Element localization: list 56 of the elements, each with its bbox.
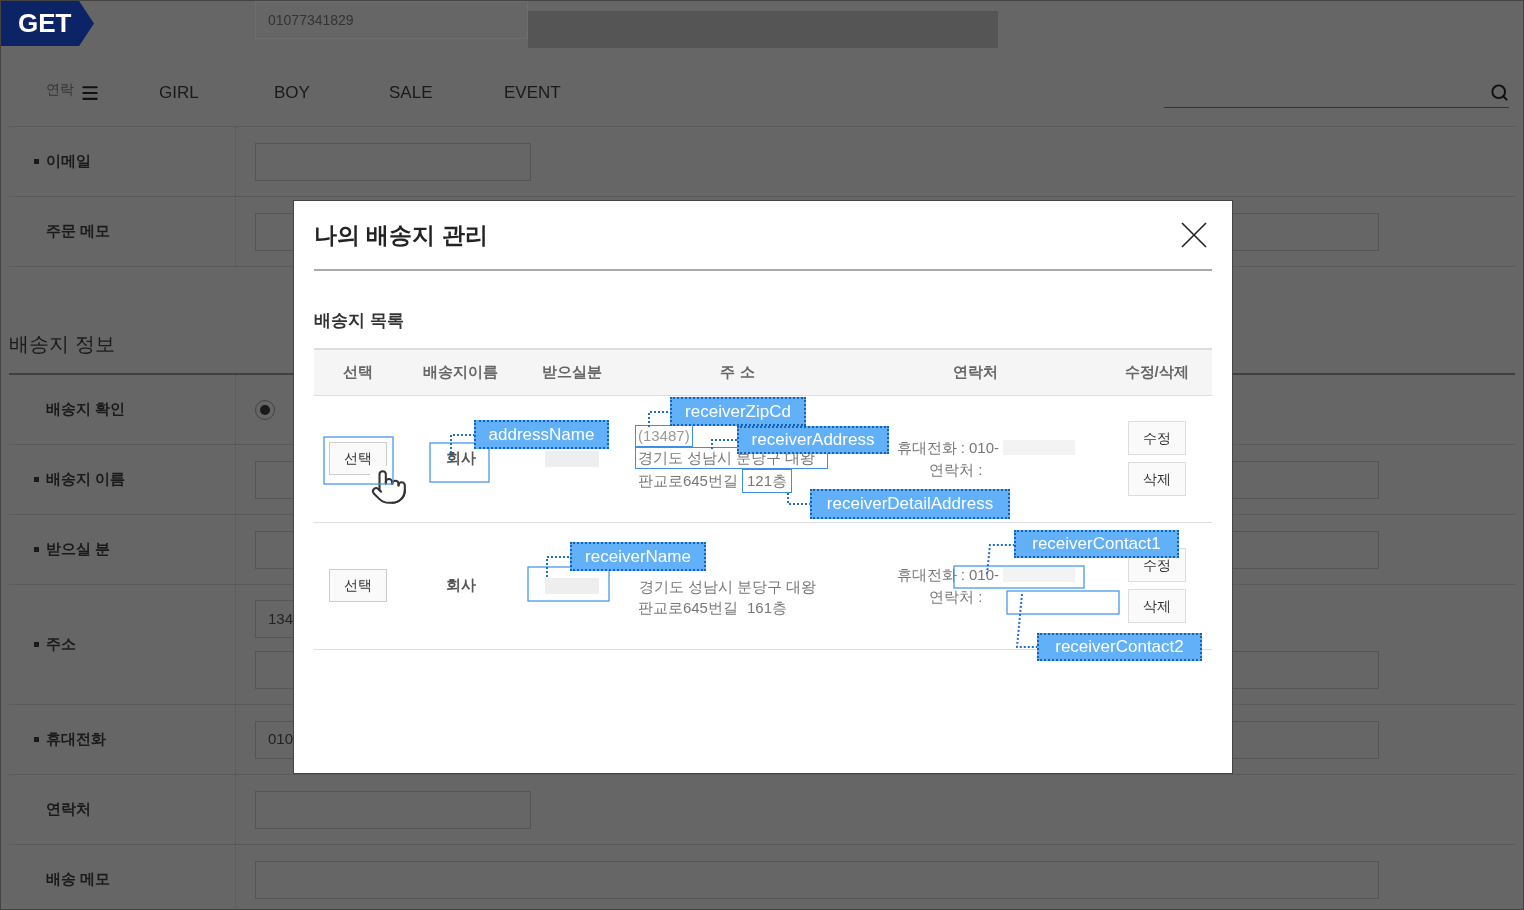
leader-line <box>1015 593 1038 648</box>
annotation-callout: receiverContact2 <box>1037 633 1202 661</box>
leader-line <box>546 556 571 578</box>
redacted-name <box>545 450 600 467</box>
leader-line <box>787 492 811 505</box>
address-street: 판교로645번길 <box>637 470 738 491</box>
column-header: 배송지이름 <box>423 361 498 382</box>
modal-title: 나의 배송지 관리 <box>314 220 488 250</box>
field-label: 주소 <box>46 634 76 655</box>
mobile-label: 휴대전화 : <box>896 437 965 458</box>
section-title: 배송지 정보 <box>9 333 115 355</box>
annotation-callout: receiverAddress <box>737 426 889 454</box>
field-label: 배송 메모 <box>46 869 111 890</box>
phone-label: 연락처 : <box>929 586 983 607</box>
address-street: 판교로645번길 <box>637 597 738 618</box>
annotation-callout: receiverName <box>570 542 706 571</box>
section-subtitle: 배송지 목록 <box>314 311 404 330</box>
field-label: 이메일 <box>46 151 91 172</box>
field-label: 연락처 <box>46 799 91 820</box>
field-label: 휴대전화 <box>46 729 106 750</box>
highlight-outline <box>429 442 490 483</box>
field-label: 배송지 이름 <box>46 469 126 490</box>
highlight-outline <box>323 436 394 485</box>
select-button[interactable]: 선택 <box>328 442 387 475</box>
zip-code: (13487) <box>637 426 690 444</box>
edit-button[interactable]: 수정 <box>1127 421 1186 455</box>
address-detail: 161층 <box>745 597 788 618</box>
address-detail: 121층 <box>746 471 787 489</box>
annotation-callout: receiverDetailAddress <box>810 489 1010 519</box>
annotation-callout: addressName <box>474 420 609 449</box>
annotation-callout: receiverZipCd <box>670 397 806 426</box>
field-label: 받으실 분 <box>46 539 111 560</box>
column-header: 선택 <box>342 361 373 382</box>
select-button[interactable]: 선택 <box>328 569 387 602</box>
address-name: 회사 <box>445 575 476 596</box>
delete-button[interactable]: 삭제 <box>1127 462 1186 496</box>
get-logo[interactable]: GET <box>1 1 94 46</box>
phone-label: 연락처 : <box>929 459 983 480</box>
field-label: 주문 메모 <box>46 221 111 242</box>
leader-line <box>648 411 671 428</box>
column-header: 주 소 <box>720 361 755 382</box>
annotation-callout: receiverContact1 <box>1014 530 1179 558</box>
column-header: 연락처 <box>953 361 999 382</box>
close-button[interactable] <box>1180 221 1208 249</box>
address-name: 회사 <box>445 448 476 469</box>
mobile-number: 010- <box>968 564 999 585</box>
redacted-number <box>1003 567 1075 582</box>
mobile-number: 010- <box>968 437 999 458</box>
search-icon[interactable] <box>1490 82 1509 102</box>
column-header: 수정/삭제 <box>1124 361 1189 382</box>
leader-line <box>711 439 738 450</box>
delete-button[interactable]: 삭제 <box>1127 589 1186 623</box>
column-header: 받으실분 <box>542 361 603 382</box>
field-label: 배송지 확인 <box>46 399 126 420</box>
redacted-name <box>545 577 600 594</box>
address-text: 경기도 성남시 분당구 대왕 <box>637 576 818 597</box>
